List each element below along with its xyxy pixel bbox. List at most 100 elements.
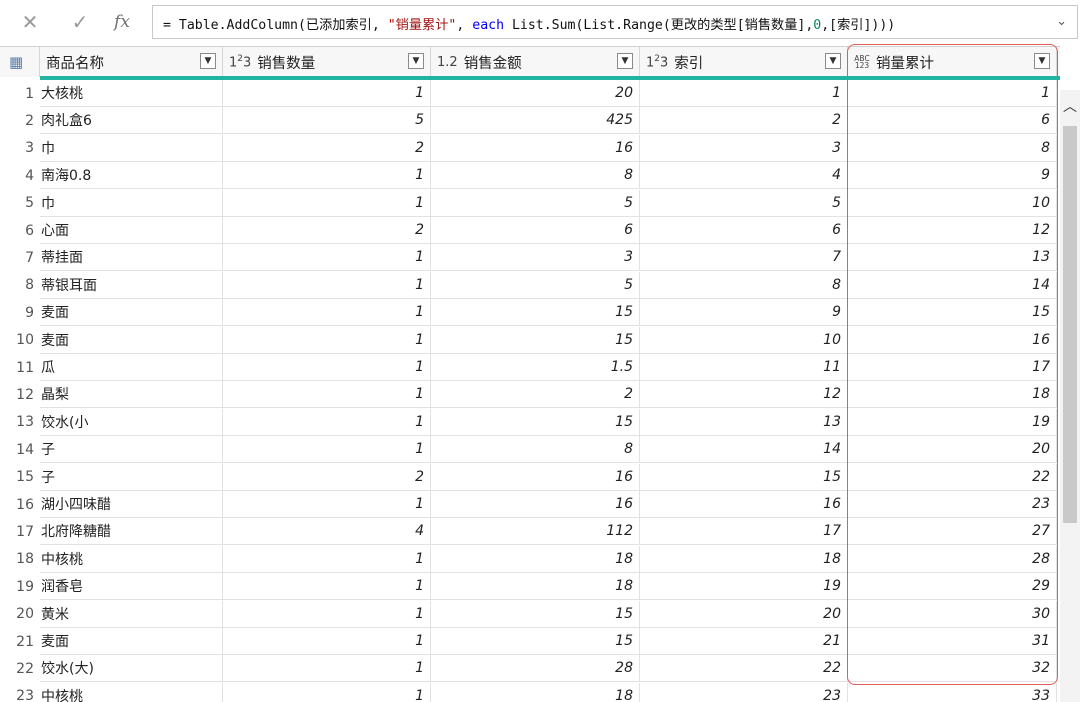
type-integer-icon[interactable]: 123	[229, 54, 251, 70]
cell-sales-amount[interactable]: 6	[431, 217, 640, 244]
table-row[interactable]: 21 麦面 1 15 21 31	[0, 628, 1060, 655]
cell-sales-amount[interactable]: 112	[431, 518, 640, 546]
table-row[interactable]: 20 黄米 1 15 20 30	[0, 600, 1060, 628]
table-row[interactable]: 23 中核桃 1 18 23 33	[0, 682, 1060, 702]
cell-index[interactable]: 18	[640, 545, 848, 573]
cell-cumulative-qty[interactable]: 20	[848, 436, 1057, 464]
cell-sales-amount[interactable]: 15	[431, 326, 640, 354]
table-row[interactable]: 14 子 1 8 14 20	[0, 436, 1060, 464]
cell-product-name[interactable]: 麦面	[40, 326, 223, 354]
cell-cumulative-qty[interactable]: 33	[848, 682, 1057, 702]
row-number[interactable]: 19	[0, 573, 40, 600]
table-menu-button[interactable]: ▦	[0, 47, 40, 77]
cell-sales-qty[interactable]: 1	[223, 545, 431, 573]
column-header-amount[interactable]: 1.2 销售金额 ▼	[431, 47, 640, 77]
row-number[interactable]: 20	[0, 601, 40, 628]
table-row[interactable]: 13 饺水(小 1 15 13 19	[0, 408, 1060, 436]
table-row[interactable]: 1 大核桃 1 20 1 1	[0, 80, 1060, 107]
cell-sales-qty[interactable]: 1	[223, 381, 431, 409]
cell-product-name[interactable]: 润香皂	[40, 573, 223, 601]
row-number[interactable]: 4	[0, 162, 40, 189]
cell-cumulative-qty[interactable]: 30	[848, 600, 1057, 628]
cell-sales-qty[interactable]: 1	[223, 162, 431, 190]
cell-index[interactable]: 19	[640, 573, 848, 601]
cell-cumulative-qty[interactable]: 17	[848, 354, 1057, 381]
type-any-icon[interactable]: ABC 123	[854, 55, 870, 70]
table-row[interactable]: 16 湖小四味醋 1 16 16 23	[0, 491, 1060, 518]
cell-sales-qty[interactable]: 5	[223, 107, 431, 135]
cell-sales-qty[interactable]: 1	[223, 682, 431, 702]
cell-sales-amount[interactable]: 16	[431, 491, 640, 518]
cell-cumulative-qty[interactable]: 19	[848, 408, 1057, 436]
cell-sales-qty[interactable]: 1	[223, 326, 431, 354]
cell-sales-qty[interactable]: 1	[223, 354, 431, 381]
formula-input[interactable]: = Table.AddColumn(已添加索引, "销量累计", each Li…	[152, 5, 1078, 39]
cell-sales-amount[interactable]: 5	[431, 189, 640, 217]
cell-sales-amount[interactable]: 3	[431, 244, 640, 272]
cell-product-name[interactable]: 黄米	[40, 600, 223, 628]
row-number[interactable]: 12	[0, 381, 40, 408]
cell-index[interactable]: 9	[640, 299, 848, 327]
cell-index[interactable]: 8	[640, 271, 848, 299]
cell-product-name[interactable]: 大核桃	[40, 80, 223, 107]
cell-index[interactable]: 23	[640, 682, 848, 702]
cell-sales-amount[interactable]: 425	[431, 107, 640, 135]
cell-sales-amount[interactable]: 16	[431, 463, 640, 491]
table-row[interactable]: 18 中核桃 1 18 18 28	[0, 545, 1060, 573]
cell-sales-qty[interactable]: 1	[223, 600, 431, 628]
cell-index[interactable]: 21	[640, 628, 848, 655]
cell-index[interactable]: 4	[640, 162, 848, 190]
cell-cumulative-qty[interactable]: 18	[848, 381, 1057, 409]
row-number[interactable]: 9	[0, 299, 40, 326]
fx-icon[interactable]: fx	[110, 10, 134, 34]
table-row[interactable]: 12 晶梨 1 2 12 18	[0, 381, 1060, 409]
cell-index[interactable]: 6	[640, 217, 848, 244]
formula-text[interactable]: = Table.AddColumn(已添加索引, "销量累计", each Li…	[163, 14, 895, 33]
table-row[interactable]: 6 心面 2 6 6 12	[0, 217, 1060, 244]
cell-cumulative-qty[interactable]: 12	[848, 217, 1057, 244]
table-row[interactable]: 15 子 2 16 15 22	[0, 463, 1060, 491]
cell-sales-qty[interactable]: 1	[223, 408, 431, 436]
cell-sales-qty[interactable]: 1	[223, 655, 431, 683]
table-row[interactable]: 10 麦面 1 15 10 16	[0, 326, 1060, 354]
cell-sales-qty[interactable]: 1	[223, 491, 431, 518]
table-row[interactable]: 17 北府降糖醋 4 112 17 27	[0, 518, 1060, 546]
cell-cumulative-qty[interactable]: 1	[848, 80, 1057, 107]
table-row[interactable]: 8 蒂银耳面 1 5 8 14	[0, 271, 1060, 299]
cell-cumulative-qty[interactable]: 15	[848, 299, 1057, 327]
table-row[interactable]: 22 饺水(大) 1 28 22 32	[0, 655, 1060, 683]
cell-sales-amount[interactable]: 18	[431, 545, 640, 573]
cell-product-name[interactable]: 湖小四味醋	[40, 491, 223, 518]
cell-cumulative-qty[interactable]: 23	[848, 491, 1057, 518]
cell-cumulative-qty[interactable]: 32	[848, 655, 1057, 683]
cell-index[interactable]: 7	[640, 244, 848, 272]
cell-sales-qty[interactable]: 1	[223, 189, 431, 217]
row-number[interactable]: 15	[0, 464, 40, 491]
cell-sales-qty[interactable]: 1	[223, 80, 431, 107]
type-decimal-icon[interactable]: 1.2	[437, 55, 458, 70]
cell-product-name[interactable]: 麦面	[40, 628, 223, 655]
cell-sales-amount[interactable]: 8	[431, 436, 640, 464]
column-header-index[interactable]: 123 索引 ▼	[640, 47, 848, 77]
cell-sales-amount[interactable]: 1.5	[431, 354, 640, 381]
cell-product-name[interactable]: 子	[40, 436, 223, 464]
cell-cumulative-qty[interactable]: 29	[848, 573, 1057, 601]
cell-sales-qty[interactable]: 1	[223, 628, 431, 655]
cell-cumulative-qty[interactable]: 13	[848, 244, 1057, 272]
cell-sales-qty[interactable]: 4	[223, 518, 431, 546]
scroll-up-icon[interactable]: ︿	[1063, 96, 1077, 116]
cell-sales-qty[interactable]: 1	[223, 436, 431, 464]
cell-index[interactable]: 22	[640, 655, 848, 683]
cell-index[interactable]: 2	[640, 107, 848, 135]
row-number[interactable]: 23	[0, 683, 40, 702]
cell-sales-amount[interactable]: 2	[431, 381, 640, 409]
cell-sales-qty[interactable]: 1	[223, 573, 431, 601]
table-row[interactable]: 3 巾 2 16 3 8	[0, 134, 1060, 162]
table-row[interactable]: 9 麦面 1 15 9 15	[0, 299, 1060, 327]
type-integer-icon[interactable]: 123	[646, 54, 668, 70]
cell-product-name[interactable]: 晶梨	[40, 381, 223, 409]
cell-product-name[interactable]: 巾	[40, 134, 223, 162]
column-header-qty[interactable]: 123 销售数量 ▼	[223, 47, 431, 77]
cell-index[interactable]: 13	[640, 408, 848, 436]
cell-cumulative-qty[interactable]: 28	[848, 545, 1057, 573]
